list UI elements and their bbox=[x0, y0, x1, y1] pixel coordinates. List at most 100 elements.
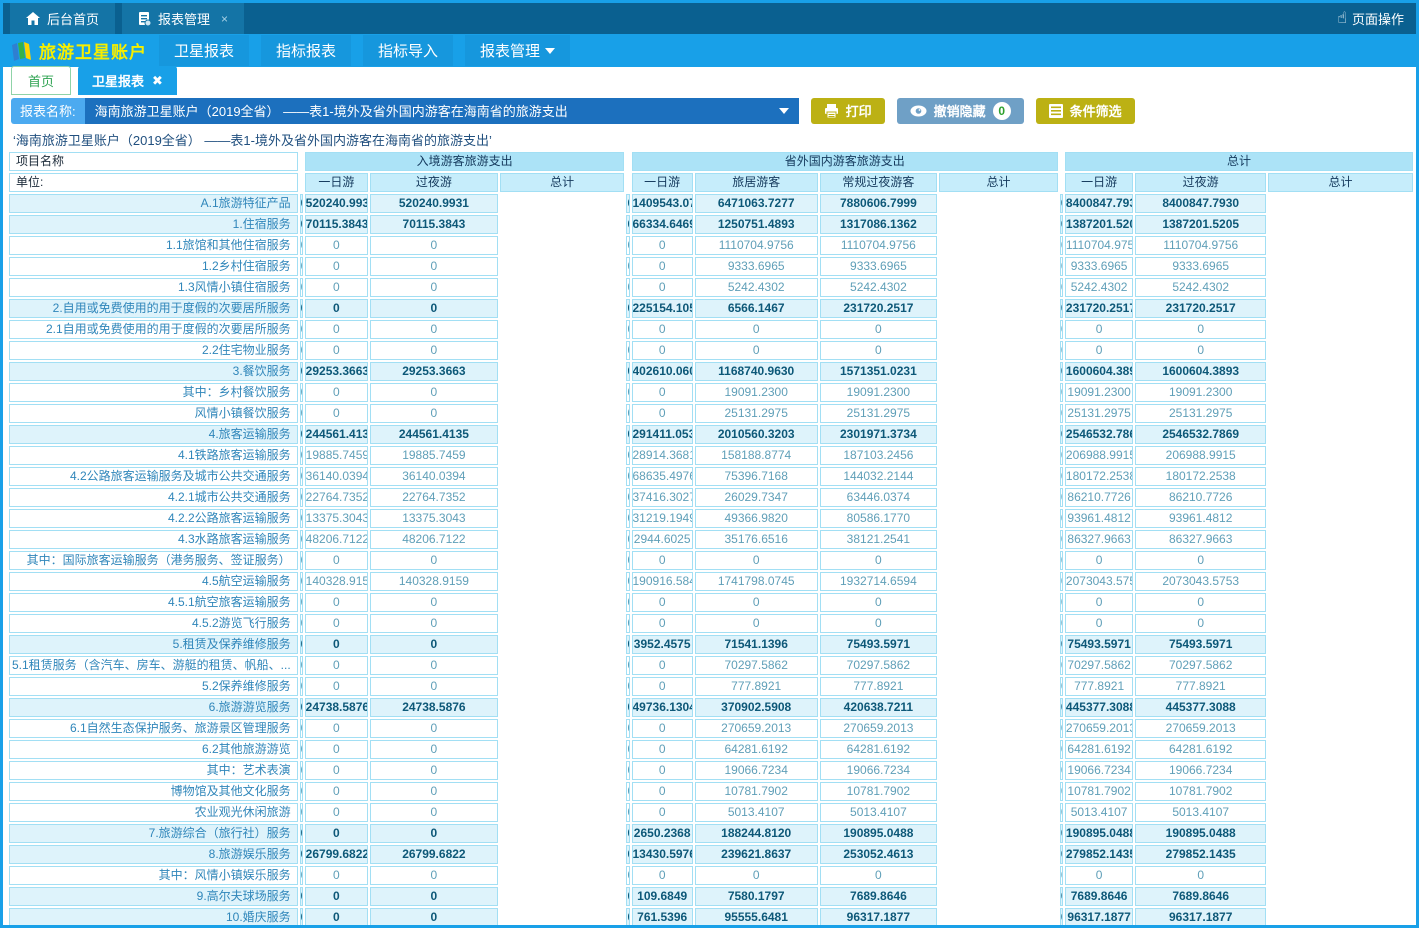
data-cell[interactable]: 70297.5862 bbox=[1135, 656, 1266, 675]
data-cell[interactable]: 244561.4135 bbox=[370, 425, 498, 444]
data-cell[interactable]: 0 bbox=[632, 236, 693, 255]
data-cell[interactable]: 0 bbox=[1060, 782, 1063, 801]
row-label[interactable]: 4.3水路旅客运输服务 bbox=[9, 530, 298, 549]
data-cell[interactable]: 0 bbox=[370, 404, 498, 423]
data-cell[interactable]: 36140.0394 bbox=[305, 467, 368, 486]
data-cell[interactable]: 0 bbox=[300, 908, 303, 925]
data-cell[interactable]: 0 bbox=[632, 278, 693, 297]
data-cell[interactable]: 0 bbox=[1060, 320, 1063, 339]
data-cell[interactable]: 190895.0488 bbox=[1135, 824, 1266, 843]
data-cell[interactable]: 0 bbox=[1060, 551, 1063, 570]
data-cell[interactable]: 0 bbox=[1060, 278, 1063, 297]
data-cell[interactable]: 158188.8774 bbox=[695, 446, 818, 465]
data-cell[interactable]: 0 bbox=[300, 614, 303, 633]
data-cell[interactable]: 0 bbox=[626, 761, 629, 780]
data-cell[interactable]: 13430.5976 bbox=[632, 845, 693, 864]
data-cell[interactable]: 1600604.3893 bbox=[1065, 362, 1133, 381]
row-label[interactable]: 9.高尔夫球场服务 bbox=[9, 887, 298, 906]
row-label[interactable]: 5.2保养维修服务 bbox=[9, 677, 298, 696]
data-cell[interactable]: 25131.2975 bbox=[695, 404, 818, 423]
data-cell[interactable]: 86327.9663 bbox=[1065, 530, 1133, 549]
row-label[interactable]: 4.5.1航空旅客运输服务 bbox=[9, 593, 298, 612]
row-label[interactable]: 7.旅游综合（旅行社）服务 bbox=[9, 824, 298, 843]
tab-satellite-report-active[interactable]: 卫星报表 ✖ bbox=[78, 66, 177, 95]
data-cell[interactable]: 777.8921 bbox=[1065, 677, 1133, 696]
data-cell[interactable]: 0 bbox=[370, 719, 498, 738]
data-cell[interactable]: 402610.0601 bbox=[632, 362, 693, 381]
data-cell[interactable]: 1741798.0745 bbox=[695, 572, 818, 591]
data-cell[interactable]: 0 bbox=[370, 614, 498, 633]
data-cell[interactable]: 144032.2144 bbox=[820, 467, 938, 486]
row-label[interactable]: 2.自用或免费使用的用于度假的次要居所服务 bbox=[9, 299, 298, 318]
data-cell[interactable]: 25131.2975 bbox=[820, 404, 938, 423]
row-label[interactable]: 2.2住宅物业服务 bbox=[9, 341, 298, 360]
data-cell[interactable]: 0 bbox=[820, 320, 938, 339]
row-label[interactable]: 4.2公路旅客运输服务及城市公共交通服务 bbox=[9, 467, 298, 486]
data-cell[interactable]: 0 bbox=[300, 194, 303, 213]
data-cell[interactable]: 0 bbox=[1060, 761, 1063, 780]
data-cell[interactable]: 0 bbox=[300, 761, 303, 780]
data-cell[interactable]: 0 bbox=[1135, 551, 1266, 570]
data-cell[interactable]: 0 bbox=[1060, 236, 1063, 255]
data-cell[interactable]: 49736.1304 bbox=[632, 698, 693, 717]
data-cell[interactable]: 37416.3027 bbox=[632, 488, 693, 507]
data-cell[interactable]: 1409543.0722 bbox=[632, 194, 693, 213]
data-cell[interactable]: 0 bbox=[370, 236, 498, 255]
data-cell[interactable]: 0 bbox=[305, 614, 368, 633]
data-cell[interactable]: 0 bbox=[626, 908, 629, 925]
data-cell[interactable]: 0 bbox=[626, 467, 629, 486]
data-cell[interactable]: 0 bbox=[626, 383, 629, 402]
data-cell[interactable]: 0 bbox=[1060, 677, 1063, 696]
data-cell[interactable]: 24738.5876 bbox=[370, 698, 498, 717]
data-cell[interactable]: 270659.2013 bbox=[1135, 719, 1266, 738]
data-cell[interactable]: 0 bbox=[305, 299, 368, 318]
data-cell[interactable]: 0 bbox=[300, 509, 303, 528]
data-cell[interactable]: 180172.2538 bbox=[1065, 467, 1133, 486]
data-cell[interactable]: 5242.4302 bbox=[820, 278, 938, 297]
row-label[interactable]: 10.婚庆服务 bbox=[9, 908, 298, 925]
data-cell[interactable]: 19885.7459 bbox=[305, 446, 368, 465]
data-cell[interactable]: 0 bbox=[300, 572, 303, 591]
data-cell[interactable]: 180172.2538 bbox=[1135, 467, 1266, 486]
data-cell[interactable]: 777.8921 bbox=[695, 677, 818, 696]
data-cell[interactable]: 0 bbox=[370, 635, 498, 654]
data-cell[interactable]: 19066.7234 bbox=[1065, 761, 1133, 780]
data-cell[interactable]: 0 bbox=[632, 656, 693, 675]
data-cell[interactable]: 0 bbox=[1060, 530, 1063, 549]
data-cell[interactable]: 70115.3843 bbox=[370, 215, 498, 234]
data-cell[interactable]: 0 bbox=[695, 551, 818, 570]
data-cell[interactable]: 777.8921 bbox=[1135, 677, 1266, 696]
data-cell[interactable]: 29253.3663 bbox=[370, 362, 498, 381]
data-cell[interactable]: 0 bbox=[300, 677, 303, 696]
row-label[interactable]: 8.旅游娱乐服务 bbox=[9, 845, 298, 864]
data-cell[interactable]: 0 bbox=[820, 551, 938, 570]
undo-hide-button[interactable]: 撤销隐藏 0 bbox=[897, 98, 1024, 124]
report-name-select[interactable]: 报表名称: 海南旅游卫星账户（2019全省） ——表1-境外及省外国内游客在海南… bbox=[11, 98, 799, 124]
data-cell[interactable]: 9333.6965 bbox=[695, 257, 818, 276]
data-cell[interactable]: 0 bbox=[626, 530, 629, 549]
data-cell[interactable]: 0 bbox=[820, 341, 938, 360]
data-cell[interactable]: 777.8921 bbox=[820, 677, 938, 696]
row-label[interactable]: 6.旅游游览服务 bbox=[9, 698, 298, 717]
data-cell[interactable]: 0 bbox=[300, 446, 303, 465]
data-cell[interactable]: 0 bbox=[305, 656, 368, 675]
data-cell[interactable]: 75493.5971 bbox=[1135, 635, 1266, 654]
row-label[interactable]: 其中：乡村餐饮服务 bbox=[9, 383, 298, 402]
data-cell[interactable]: 244561.4135 bbox=[305, 425, 368, 444]
data-cell[interactable]: 0 bbox=[632, 341, 693, 360]
data-cell[interactable]: 0 bbox=[1065, 593, 1133, 612]
data-cell[interactable]: 0 bbox=[1060, 383, 1063, 402]
row-label[interactable]: 1.住宿服务 bbox=[9, 215, 298, 234]
nav-item-satellite-report[interactable]: 卫星报表 bbox=[159, 35, 249, 66]
data-cell[interactable]: 7689.8646 bbox=[1065, 887, 1133, 906]
data-cell[interactable]: 7880606.7999 bbox=[820, 194, 938, 213]
data-cell[interactable]: 0 bbox=[305, 320, 368, 339]
data-cell[interactable]: 38121.2541 bbox=[820, 530, 938, 549]
data-cell[interactable]: 0 bbox=[1135, 341, 1266, 360]
data-cell[interactable]: 231720.2517 bbox=[820, 299, 938, 318]
data-cell[interactable]: 206988.9915 bbox=[1065, 446, 1133, 465]
data-cell[interactable]: 0 bbox=[626, 257, 629, 276]
data-cell[interactable]: 48206.7122 bbox=[305, 530, 368, 549]
data-cell[interactable]: 66334.6469 bbox=[632, 215, 693, 234]
data-cell[interactable]: 0 bbox=[305, 551, 368, 570]
